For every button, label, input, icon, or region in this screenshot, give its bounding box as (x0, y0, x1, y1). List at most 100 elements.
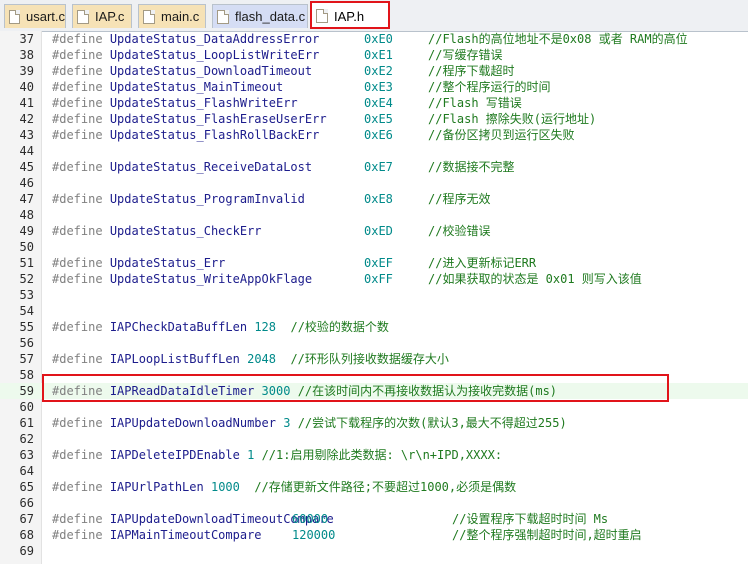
macro-name: IAPReadDataIdleTimer (109, 384, 255, 398)
code-comment: //Flash 写错误 (428, 96, 522, 110)
code-line[interactable]: 45 #define UpdateStatus_ReceiveDataLost 0x… (0, 159, 748, 175)
file-icon (9, 9, 20, 24)
code-line[interactable]: 42 #define UpdateStatus_FlashEraseUserErr… (0, 111, 748, 127)
code-line[interactable]: 54 (0, 303, 748, 319)
define-keyword: #define (52, 448, 103, 462)
file-icon (77, 9, 89, 24)
code-comment: //1:启用剔除此类数据: \r\n+IPD,XXXX: (261, 448, 503, 462)
code-line[interactable]: 40 #define UpdateStatus_MainTimeout 0xE3 //… (0, 79, 748, 95)
tab-flash-data-c[interactable]: flash_data.c (212, 4, 308, 28)
define-keyword: #define (52, 192, 103, 206)
code-comment: //进入更新标记ERR (428, 256, 537, 270)
editor-tab-bar: usart.c IAP.c main.c flash_data.c IAP.h (0, 0, 748, 32)
line-number: 64 (19, 464, 34, 478)
code-text: #define UpdateStatus_DataAddressError (52, 31, 319, 47)
line-number: 37 (19, 32, 34, 46)
code-comment: //尝试下载程序的次数(默认3,最大不得超过255) (297, 416, 567, 430)
code-line[interactable]: 68 #define IAPMainTimeoutCompare 120000 //整… (0, 527, 748, 543)
code-line[interactable]: 56 (0, 335, 748, 351)
code-line[interactable]: 38 #define UpdateStatus_LoopListWriteErr 0… (0, 47, 748, 63)
code-line[interactable]: 62 (0, 431, 748, 447)
code-line[interactable]: 39 #define UpdateStatus_DownloadTimeout 0x… (0, 63, 748, 79)
define-keyword: #define (52, 96, 103, 110)
macro-name: IAPUpdateDownloadNumber (109, 416, 276, 430)
macro-value: 1 (247, 448, 255, 462)
tab-label: flash_data.c (235, 9, 306, 24)
code-text: #define UpdateStatus_DownloadTimeout (52, 63, 312, 79)
define-keyword: #define (52, 416, 103, 430)
code-text: #define IAPMainTimeoutCompare (52, 527, 262, 543)
code-line[interactable]: 53 (0, 287, 748, 303)
code-line[interactable]: 65 #define IAPUrlPathLen 1000 //存储更新文件路径;… (0, 479, 748, 495)
code-line[interactable]: 44 (0, 143, 748, 159)
code-line[interactable]: 43 #define UpdateStatus_FlashRollBackErr 0… (0, 127, 748, 143)
code-line[interactable]: 58 (0, 367, 748, 383)
code-line[interactable]: 57 #define IAPLoopListBuffLen 2048 //环形队列… (0, 351, 748, 367)
code-line[interactable]: 66 (0, 495, 748, 511)
macro-value: 0xE8 (364, 192, 393, 206)
code-text: #define UpdateStatus_MainTimeout (52, 79, 283, 95)
code-line[interactable]: 69 (0, 543, 748, 559)
code-line[interactable]: 46 (0, 175, 748, 191)
macro-value: 0xED (364, 224, 393, 238)
code-line[interactable]: 63 #define IAPDeleteIPDEnable 1 //1:启用剔除此… (0, 447, 748, 463)
line-number: 43 (19, 128, 34, 142)
code-line[interactable]: 50 (0, 239, 748, 255)
macro-name: UpdateStatus_FlashRollBackErr (109, 128, 320, 142)
code-text: #define IAPReadDataIdleTimer 3000 //在该时间… (52, 383, 557, 399)
code-line[interactable]: 59 #define IAPReadDataIdleTimer 3000 //在该… (0, 383, 748, 399)
macro-value: 0xE5 (364, 112, 393, 126)
code-comment: //设置程序下载超时时间 Ms (452, 512, 609, 526)
line-number: 44 (19, 144, 34, 158)
line-number: 61 (19, 416, 34, 430)
tab-usart-c[interactable]: usart.c (4, 4, 66, 28)
code-line[interactable]: 55 #define IAPCheckDataBuffLen 128 //校验的数… (0, 319, 748, 335)
define-keyword: #define (52, 384, 103, 398)
code-comment: //存储更新文件路径;不要超过1000,必须是偶数 (254, 480, 517, 494)
code-editor[interactable]: 37 #define UpdateStatus_DataAddressError 0… (0, 31, 748, 564)
macro-name: IAPDeleteIPDEnable (109, 448, 240, 462)
line-number: 51 (19, 256, 34, 270)
code-line[interactable]: 48 (0, 207, 748, 223)
code-line[interactable]: 49 #define UpdateStatus_CheckErr 0xED //校验错… (0, 223, 748, 239)
code-comment: //写缓存错误 (428, 48, 503, 62)
tab-iap-h-active[interactable]: IAP.h (311, 2, 389, 29)
tab-label: main.c (161, 9, 200, 24)
code-line[interactable]: 37 #define UpdateStatus_DataAddressError 0… (0, 31, 748, 47)
code-comment: //Flash的高位地址不是0x08 或者 RAM的高位 (428, 32, 688, 46)
line-number: 54 (19, 304, 34, 318)
code-line[interactable]: 47 #define UpdateStatus_ProgramInvalid 0xE… (0, 191, 748, 207)
tab-main-c[interactable]: main.c (138, 4, 206, 28)
code-text: #define UpdateStatus_ProgramInvalid (52, 191, 305, 207)
macro-value: 1000 (210, 480, 240, 494)
macro-value: 128 (254, 320, 277, 334)
code-line[interactable]: 64 (0, 463, 748, 479)
define-keyword: #define (52, 272, 103, 286)
line-number: 59 (19, 384, 34, 398)
line-number: 57 (19, 352, 34, 366)
tab-label: IAP.h (334, 8, 365, 24)
code-comment: //整个程序运行的时间 (428, 80, 551, 94)
code-line[interactable]: 52 #define UpdateStatus_WriteAppOkFlage 0x… (0, 271, 748, 287)
define-keyword: #define (52, 128, 103, 142)
define-keyword: #define (52, 320, 103, 334)
macro-value: 0xE2 (364, 64, 393, 78)
code-line[interactable]: 51 #define UpdateStatus_Err 0xEF //进入更新标记ER… (0, 255, 748, 271)
code-line[interactable]: 60 (0, 399, 748, 415)
code-text: #define UpdateStatus_CheckErr (52, 223, 262, 239)
code-comment: //校验的数据个数 (290, 320, 389, 334)
macro-name: UpdateStatus_WriteAppOkFlage (109, 272, 313, 286)
macro-name: UpdateStatus_Err (109, 256, 226, 270)
line-number: 60 (19, 400, 34, 414)
line-number: 38 (19, 48, 34, 62)
macro-name: IAPCheckDataBuffLen (109, 320, 248, 334)
code-text: #define UpdateStatus_LoopListWriteErr (52, 47, 319, 63)
code-line[interactable]: 61 #define IAPUpdateDownloadNumber 3 //尝试… (0, 415, 748, 431)
code-comment: //整个程序强制超时时间,超时重启 (452, 528, 642, 542)
code-line[interactable]: 41 #define UpdateStatus_FlashWriteErr 0xE4… (0, 95, 748, 111)
define-keyword: #define (52, 352, 103, 366)
tab-iap-c[interactable]: IAP.c (72, 4, 132, 28)
code-line[interactable]: 67 #define IAPUpdateDownloadTimeoutCompar… (0, 511, 748, 527)
macro-name: UpdateStatus_CheckErr (109, 224, 262, 238)
macro-value: 0xEF (364, 256, 393, 270)
